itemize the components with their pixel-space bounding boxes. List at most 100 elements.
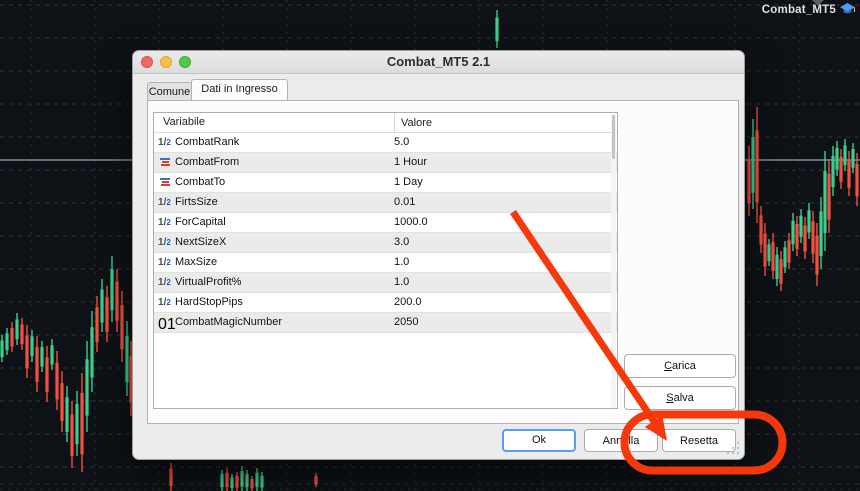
param-row[interactable]: 1/2 HardStopPips 200.0	[154, 293, 617, 313]
param-name: ForCapital	[175, 216, 226, 228]
graduation-cap-icon	[840, 3, 855, 14]
candle-body	[799, 215, 803, 237]
param-value[interactable]: 1 Day	[394, 173, 423, 193]
candle-body	[15, 319, 19, 340]
candle-body	[250, 479, 254, 489]
ok-button[interactable]: Ok	[502, 429, 576, 452]
scrollbar-thumb[interactable]	[612, 115, 615, 159]
table-scrollbar[interactable]	[611, 114, 616, 408]
candle-body	[787, 240, 791, 263]
double-type-icon: 1/2	[158, 217, 171, 228]
candle-body	[823, 171, 827, 233]
candle-body	[30, 336, 34, 357]
candle-body	[60, 383, 64, 422]
dialog-titlebar[interactable]: Combat_MT5 2.1	[133, 51, 744, 74]
candle-body	[75, 404, 79, 445]
candle-body	[819, 211, 823, 257]
candle-body	[795, 224, 799, 249]
candle-body	[125, 336, 129, 383]
candle-body	[759, 215, 763, 245]
candle-body	[95, 307, 99, 342]
param-row[interactable]: CombatTo 1 Day	[154, 173, 617, 193]
param-name: HardStopPips	[175, 296, 243, 308]
candle-body	[811, 221, 815, 254]
double-type-icon: 1/2	[158, 137, 171, 148]
candle-body	[5, 333, 9, 351]
param-value[interactable]: 1 Hour	[394, 153, 427, 173]
candle-body	[767, 244, 771, 262]
ea-symbol-text: Combat_MT5	[761, 3, 836, 16]
param-table: Variabile Valore 1/2 CombatRank 5.0 CombatF…	[153, 112, 618, 409]
column-header-variabile[interactable]: Variabile	[163, 116, 205, 128]
param-row[interactable]: 01 CombatMagicNumber 2050	[154, 313, 617, 333]
enum-type-icon	[158, 158, 172, 172]
candle-body	[771, 242, 775, 271]
candle-body	[835, 148, 839, 170]
param-row[interactable]: CombatFrom 1 Hour	[154, 153, 617, 173]
salva-button[interactable]: Salva	[624, 386, 736, 410]
param-name: FirtsSize	[175, 196, 218, 208]
candle-body	[169, 468, 173, 486]
salva-button-label: Salva	[666, 392, 694, 404]
param-row[interactable]: 1/2 CombatRank 5.0	[154, 133, 617, 153]
param-value[interactable]: 2050	[394, 313, 418, 333]
param-value[interactable]: 1000.0	[394, 213, 428, 233]
candle-body	[831, 156, 835, 187]
candle-body	[70, 414, 74, 456]
param-row[interactable]: 1/2 FirtsSize 0.01	[154, 193, 617, 213]
candle-body	[230, 477, 234, 488]
candle-body	[10, 328, 14, 347]
resetta-button[interactable]: Resetta	[662, 429, 736, 452]
candle-body	[255, 472, 259, 487]
param-row[interactable]: 1/2 MaxSize 1.0	[154, 253, 617, 273]
tab-comune[interactable]: Comune	[147, 82, 192, 100]
candle-body	[245, 474, 249, 488]
candle-body	[775, 254, 779, 279]
candle-body	[220, 474, 224, 488]
param-value[interactable]: 1.0	[394, 273, 409, 293]
param-value[interactable]: 5.0	[394, 133, 409, 153]
integer-type-icon: 01	[158, 316, 176, 333]
param-name: CombatRank	[175, 136, 240, 148]
carica-button[interactable]: Carica	[624, 354, 736, 378]
candle-body	[240, 471, 244, 487]
candle-body	[25, 335, 29, 369]
param-row[interactable]: 1/2 ForCapital 1000.0	[154, 213, 617, 233]
param-table-header: Variabile Valore	[154, 113, 617, 133]
annulla-button[interactable]: Annulla	[584, 429, 658, 452]
candle-body	[45, 357, 49, 392]
param-value[interactable]: 0.01	[394, 193, 415, 213]
candle-body	[827, 173, 831, 220]
candle-body	[65, 397, 69, 432]
double-type-icon: 1/2	[158, 297, 171, 308]
param-value[interactable]: 3.0	[394, 233, 409, 253]
candle-body	[90, 327, 94, 378]
param-name: MaxSize	[175, 256, 218, 268]
column-header-valore[interactable]: Valore	[394, 113, 432, 133]
candle-body	[260, 475, 264, 488]
tab-panel-dati-in-ingresso: Variabile Valore 1/2 CombatRank 5.0 CombatF…	[147, 100, 739, 424]
candle-body	[779, 259, 783, 284]
candle-body	[751, 137, 755, 193]
param-name: NextSizeX	[175, 236, 227, 248]
candle-body	[35, 347, 39, 382]
candle-body	[803, 225, 807, 252]
candle-body	[85, 359, 89, 416]
candle-body	[314, 475, 318, 485]
enum-type-icon	[158, 178, 172, 192]
double-type-icon: 1/2	[158, 277, 171, 288]
candle-body	[791, 220, 795, 245]
resize-grip-icon[interactable]	[726, 441, 741, 456]
tab-dati-in-ingresso[interactable]: Dati in Ingresso	[191, 79, 288, 100]
param-row[interactable]: 1/2 NextSizeX 3.0	[154, 233, 617, 253]
candle-body	[0, 340, 4, 358]
param-row[interactable]: 1/2 VirtualProfit% 1.0	[154, 273, 617, 293]
param-value[interactable]: 1.0	[394, 253, 409, 273]
param-value[interactable]: 200.0	[394, 293, 422, 313]
ea-chart-label: Combat_MT5	[762, 2, 856, 17]
candle-body	[50, 345, 54, 365]
candle-body	[100, 289, 104, 323]
candle-body	[55, 362, 59, 400]
param-name: CombatMagicNumber	[175, 316, 282, 328]
candle-body	[40, 347, 44, 367]
